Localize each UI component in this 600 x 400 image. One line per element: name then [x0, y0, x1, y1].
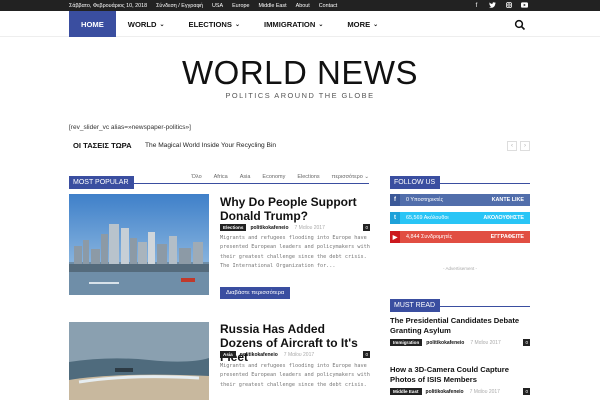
article-date: 7 Μαΐου 2017	[294, 224, 325, 231]
most-popular-header: MOST POPULAR Όλο Africa Asia Economy Ele…	[69, 171, 369, 189]
most-popular-label: MOST POPULAR	[69, 176, 134, 189]
ticker-label: ΟΙ ΤΑΣΕΙΣ ΤΩΡΑ	[73, 141, 132, 150]
nav-world[interactable]: WORLD ⌄	[116, 11, 177, 37]
site-logo[interactable]: WORLD NEWS POLITICS AROUND THE GLOBE	[0, 54, 600, 101]
logo-title: WORLD NEWS	[182, 54, 418, 91]
youtube-icon: ▶	[390, 231, 400, 243]
comment-count[interactable]: 0	[523, 388, 530, 395]
facebook-count: 0 Υποστηρικτές	[406, 197, 444, 203]
article-date: 7 Μαΐου 2017	[283, 351, 315, 358]
tab-elections[interactable]: Elections	[297, 174, 319, 180]
nav-immigration[interactable]: IMMIGRATION ⌄	[252, 11, 335, 37]
category-badge[interactable]: Immigration	[390, 339, 423, 346]
author-link[interactable]: politikokafeneio	[240, 352, 278, 358]
youtube-icon[interactable]	[521, 1, 528, 10]
advertisement-label: - Advertisement -	[442, 266, 477, 271]
must-read-title-2[interactable]: How a 3D-Camera Could Capture Photos of …	[390, 365, 530, 385]
article-excerpt-2: Migrants and refugees flooding into Euro…	[220, 363, 370, 388]
nav-elections[interactable]: ELECTIONS ⌄	[177, 11, 253, 37]
facebook-like-button[interactable]: ΚΑΝΤΕ LIKE	[492, 197, 524, 203]
author-link[interactable]: politikokafeneio	[426, 389, 464, 395]
nav-home[interactable]: HOME	[69, 11, 116, 37]
facebook-follow-row[interactable]: f 0 Υποστηρικτές ΚΑΝΤΕ LIKE	[390, 194, 530, 206]
ticker-next-button[interactable]: ›	[520, 141, 530, 151]
youtube-subscribe-button[interactable]: ΕΓΓΡΑΦΕΙΤΕ	[491, 234, 524, 240]
article-excerpt-1: Migrants and refugees flooding into Euro…	[220, 235, 370, 270]
nav-home-label: HOME	[81, 19, 104, 29]
twitter-follow-button[interactable]: ΑΚΟΛΟΥΘΗΣΤΕ	[483, 215, 524, 221]
about-link[interactable]: About	[296, 3, 310, 9]
must-read-title-1[interactable]: The Presidential Candidates Debate Grant…	[390, 316, 530, 336]
logo-subtitle: POLITICS AROUND THE GLOBE	[225, 91, 375, 100]
comment-count[interactable]: 0	[363, 351, 370, 358]
nav-world-label: WORLD	[127, 19, 157, 29]
main-nav: HOME WORLD ⌄ ELECTIONS ⌄ IMMIGRATION ⌄ MORE…	[0, 11, 600, 37]
author-link[interactable]: politikokafeneio	[426, 340, 464, 346]
chevron-down-icon: ⌄	[159, 21, 165, 28]
facebook-icon: f	[390, 194, 400, 206]
tab-economy[interactable]: Economy	[262, 174, 285, 180]
read-more-button[interactable]: Διαβάστε περισσότερα	[220, 287, 291, 299]
nav-more[interactable]: MORE ⌄	[335, 11, 390, 37]
twitter-icon: t	[390, 212, 400, 224]
article-image-beach[interactable]	[69, 322, 209, 400]
article-meta-1: Elections politikokafeneio 7 Μαΐου 2017 …	[220, 224, 370, 231]
youtube-follow-row[interactable]: ▶ 4,844 Συνδρομητές ΕΓΓΡΑΦΕΙΤΕ	[390, 231, 530, 243]
article-date: 7 Μαΐου 2017	[470, 339, 501, 346]
article-meta-2: Asia politikokafeneio 7 Μαΐου 2017 0	[220, 351, 370, 358]
ticker-headline[interactable]: The Magical World Inside Your Recycling …	[145, 142, 276, 149]
youtube-count: 4,844 Συνδρομητές	[406, 234, 453, 240]
category-badge[interactable]: Elections	[220, 224, 247, 231]
top-bar: Σάββατο, Φεβρουάριος 10, 2018 Σύνδεση / …	[0, 0, 600, 11]
login-link[interactable]: Σύνδεση / Εγγραφή	[156, 3, 203, 9]
news-ticker: ΟΙ ΤΑΣΕΙΣ ΤΩΡΑ The Magical World Inside …	[69, 139, 531, 153]
instagram-icon[interactable]	[505, 1, 512, 10]
middle-east-link[interactable]: Middle East	[258, 3, 286, 9]
tab-more[interactable]: περισσότερο ⌄	[332, 174, 369, 180]
twitter-icon[interactable]	[489, 1, 496, 10]
must-read-meta-2: Middle East politikokafeneio 7 Μαΐου 201…	[390, 388, 530, 395]
must-read-meta-1: Immigration politikokafeneio 7 Μαΐου 201…	[390, 339, 530, 346]
twitter-count: 65,569 Ακόλουθοι	[406, 215, 449, 221]
nav-immigration-label: IMMIGRATION	[264, 19, 316, 29]
usa-link[interactable]: USA	[212, 3, 223, 9]
category-badge[interactable]: Middle East	[390, 388, 422, 395]
twitter-follow-row[interactable]: t 65,569 Ακόλουθοι ΑΚΟΛΟΥΘΗΣΤΕ	[390, 212, 530, 224]
tab-asia[interactable]: Asia	[240, 174, 251, 180]
facebook-icon[interactable]: f	[473, 3, 480, 9]
article-date: 7 Μαΐου 2017	[469, 388, 500, 395]
tab-africa[interactable]: Africa	[214, 174, 228, 180]
contact-link[interactable]: Contact	[319, 3, 338, 9]
article-title-1[interactable]: Why Do People Support Donald Trump?	[220, 195, 370, 223]
comment-count[interactable]: 0	[363, 224, 370, 231]
europe-link[interactable]: Europe	[232, 3, 249, 9]
article-image-city[interactable]	[69, 194, 209, 295]
follow-us-header: FOLLOW US	[390, 171, 530, 189]
chevron-down-icon: ⌄	[373, 21, 379, 28]
nav-elections-label: ELECTIONS	[188, 19, 232, 29]
nav-more-label: MORE	[347, 19, 371, 29]
chevron-down-icon: ⌄	[234, 21, 240, 28]
must-read-label: MUST READ	[390, 299, 441, 312]
search-icon[interactable]	[514, 18, 526, 31]
tab-all[interactable]: Όλο	[192, 174, 202, 180]
slider-shortcode-text: [rev_slider_vc alias=»newspaper-politics…	[69, 124, 191, 131]
topbar-date: Σάββατο, Φεβρουάριος 10, 2018	[69, 2, 148, 9]
must-read-header: MUST READ	[390, 294, 530, 312]
follow-us-label: FOLLOW US	[390, 176, 441, 189]
ticker-prev-button[interactable]: ‹	[507, 141, 517, 151]
author-link[interactable]: politikokafeneio	[250, 225, 288, 231]
category-badge[interactable]: Asia	[220, 351, 236, 358]
chevron-down-icon: ⌄	[318, 21, 324, 28]
comment-count[interactable]: 0	[523, 339, 530, 346]
